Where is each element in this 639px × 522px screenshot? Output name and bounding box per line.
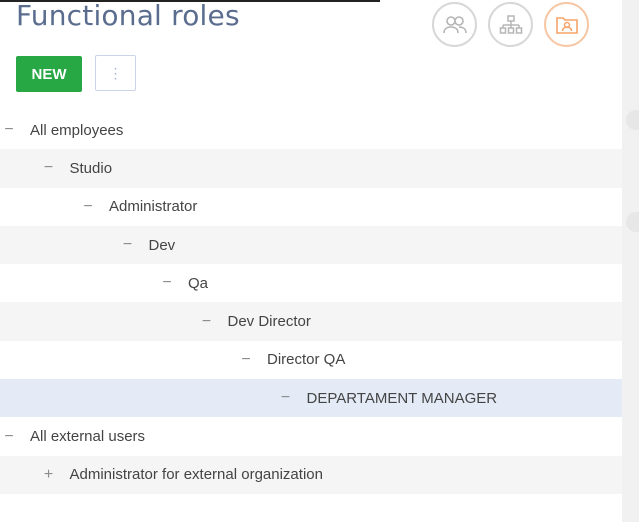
tree-row-label: All external users: [30, 428, 146, 446]
tree-row[interactable]: − All employees: [0, 111, 622, 149]
functional-roles-view-button[interactable]: [544, 2, 589, 47]
vertical-scrollbar[interactable]: [622, 0, 639, 522]
tree-row[interactable]: − Dev Director: [0, 302, 622, 341]
org-chart-icon: [499, 14, 522, 34]
tree-row[interactable]: − Director QA: [0, 341, 622, 379]
users-view-button[interactable]: [432, 2, 477, 47]
collapse-icon[interactable]: −: [2, 121, 16, 139]
scroll-marker: [626, 110, 639, 130]
new-button[interactable]: NEW: [16, 56, 82, 92]
scroll-marker: [626, 212, 639, 232]
tree-row-selected[interactable]: − DEPARTAMENT MANAGER: [0, 379, 622, 418]
collapse-icon[interactable]: −: [81, 198, 95, 216]
users-icon: [442, 15, 467, 33]
tree-row-label: Administrator: [109, 198, 198, 216]
org-structure-view-button[interactable]: [488, 2, 533, 47]
tree-row[interactable]: − Administrator: [0, 188, 622, 226]
view-switcher: [432, 2, 589, 47]
collapse-icon[interactable]: −: [200, 313, 214, 331]
collapse-icon[interactable]: −: [239, 351, 253, 369]
expand-icon[interactable]: +: [42, 466, 56, 484]
tree-row-label: Qa: [188, 274, 209, 292]
tree-row-label: Administrator for external organization: [69, 466, 323, 484]
tree-row[interactable]: − All external users: [0, 417, 622, 455]
tree-row[interactable]: − Studio: [0, 149, 622, 188]
tree-row-label: Studio: [69, 159, 113, 177]
tree-row-label: All employees: [30, 121, 124, 139]
tree-row[interactable]: + Administrator for external organization: [0, 455, 622, 494]
page-title: Functional roles: [16, 0, 240, 32]
collapse-icon[interactable]: −: [160, 274, 174, 292]
tree-row-label: DEPARTAMENT MANAGER: [306, 389, 498, 407]
tree-row-label: Dev: [148, 236, 176, 254]
tree-row-label: Dev Director: [227, 313, 311, 331]
collapse-icon[interactable]: −: [42, 159, 56, 177]
functional-roles-icon: [555, 16, 578, 34]
collapse-icon[interactable]: −: [2, 428, 16, 446]
collapse-icon[interactable]: −: [279, 389, 293, 407]
tree-row[interactable]: − Dev: [0, 225, 622, 265]
tree-row[interactable]: − Qa: [0, 264, 622, 302]
more-actions-button[interactable]: ⋮: [95, 55, 136, 91]
collapse-icon[interactable]: −: [121, 236, 135, 254]
roles-tree: − All employees − Studio − Administrator − D…: [0, 111, 622, 494]
more-vertical-icon: ⋮: [108, 64, 123, 81]
tree-row-label: Director QA: [267, 351, 346, 369]
